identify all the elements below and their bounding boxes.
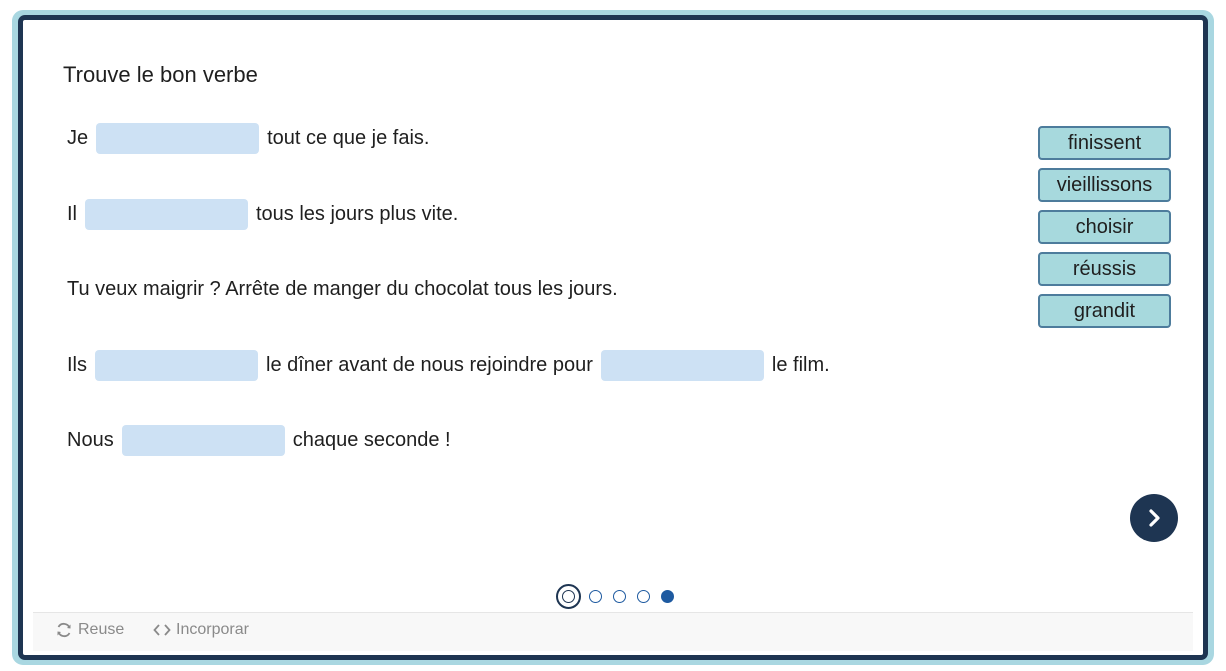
sentence-text: le film.: [771, 353, 830, 376]
sentence-text: Il: [67, 202, 77, 225]
sentence-text: chaque seconde !: [292, 428, 451, 451]
footer-bar: Reuse Incorporar: [33, 612, 1193, 651]
sentence-3: Tu veux maigrir ? Arrête de manger du ch…: [67, 273, 618, 305]
sentence-text: tout ce que je fais.: [267, 126, 430, 149]
chevron-right-icon: [1149, 509, 1160, 527]
next-button[interactable]: [1130, 494, 1178, 542]
sentence-text: le dîner avant de nous rejoindre pour: [266, 353, 593, 376]
sentence-1: Je tout ce que je fais.: [67, 122, 429, 154]
refresh-icon: [57, 622, 71, 638]
app-outer-border: Trouve le bon verbe Je tout ce que je fa…: [12, 10, 1214, 665]
draggable-word-vieillissons[interactable]: vieillissons: [1038, 168, 1171, 202]
sentence-4: Ils le dîner avant de nous rejoindre pou…: [67, 349, 830, 381]
page-dot-2[interactable]: [589, 589, 602, 603]
page-dot-5[interactable]: [661, 589, 674, 603]
sentence-text: Ils: [67, 353, 87, 376]
sentence-text: Je: [67, 126, 89, 149]
sentence-2: Il tous les jours plus vite.: [67, 198, 458, 230]
draggable-word-choisir[interactable]: choisir: [1038, 210, 1171, 244]
page-dot-4[interactable]: [637, 589, 650, 603]
page-dot-inner: [562, 589, 575, 603]
drop-zone-blank[interactable]: [96, 122, 260, 154]
draggable-word-grandit[interactable]: grandit: [1038, 294, 1171, 328]
word-bank: finissent vieillissons choisir réussis g…: [1038, 126, 1171, 336]
embed-label: Incorporar: [176, 621, 249, 638]
code-icon: [153, 624, 171, 636]
draggable-word-finissent[interactable]: finissent: [1038, 126, 1171, 160]
sentence-text: Tu veux maigrir ? Arrête de manger du ch…: [67, 277, 618, 300]
activity-content: Trouve le bon verbe Je tout ce que je fa…: [33, 26, 1193, 612]
page-title: Trouve le bon verbe: [63, 62, 258, 87]
drop-zone-blank[interactable]: [85, 198, 248, 230]
reuse-label: Reuse: [78, 621, 125, 638]
reuse-button[interactable]: Reuse: [55, 621, 124, 639]
drop-zone-blank[interactable]: [600, 349, 764, 381]
activity-frame: Trouve le bon verbe Je tout ce que je fa…: [18, 15, 1208, 660]
sentence-text: Nous: [67, 428, 114, 451]
drop-zone-blank[interactable]: [121, 424, 285, 456]
page-dot-3[interactable]: [613, 589, 626, 603]
sentence-text: tous les jours plus vite.: [256, 202, 459, 225]
embed-button[interactable]: Incorporar: [153, 621, 249, 639]
drop-zone-blank[interactable]: [95, 349, 258, 381]
draggable-word-reussis[interactable]: réussis: [1038, 252, 1171, 286]
sentence-5: Nous chaque seconde !: [67, 424, 451, 456]
pagination-dots: [556, 583, 674, 609]
page-dot-1[interactable]: [556, 583, 581, 609]
